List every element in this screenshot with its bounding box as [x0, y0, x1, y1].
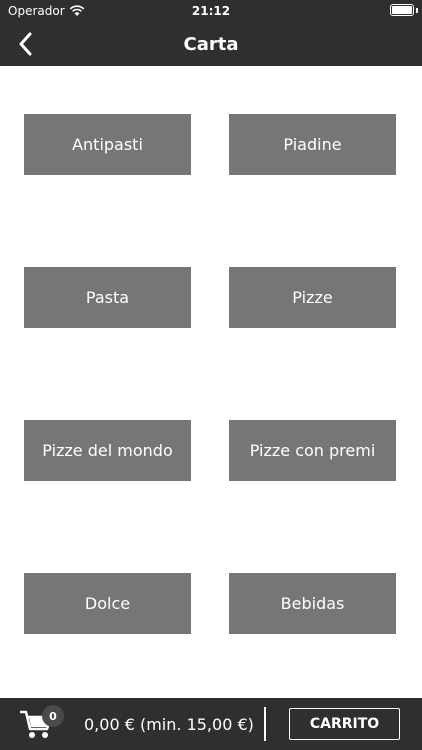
- battery-tip: [416, 8, 418, 13]
- status-time: 21:12: [191, 4, 231, 18]
- top-bar: Operador 21:12 Carta: [0, 0, 422, 66]
- category-button-pizze-del-mondo[interactable]: Pizze del mondo: [24, 420, 191, 481]
- category-button-bebidas[interactable]: Bebidas: [229, 573, 396, 634]
- category-button-antipasti[interactable]: Antipasti: [24, 114, 191, 175]
- category-button-pizze[interactable]: Pizze: [229, 267, 396, 328]
- chevron-left-icon: [19, 32, 32, 56]
- category-grid: Antipasti Piadine Pasta Pizze Pizze del …: [0, 66, 422, 698]
- category-button-dolce[interactable]: Dolce: [24, 573, 191, 634]
- back-button[interactable]: [10, 29, 40, 59]
- battery-icon: [390, 4, 414, 16]
- category-button-pasta[interactable]: Pasta: [24, 267, 191, 328]
- nav-bar: Carta: [0, 22, 422, 66]
- cart-button[interactable]: CARRITO: [289, 708, 400, 740]
- category-button-piadine[interactable]: Piadine: [229, 114, 396, 175]
- battery-level: [392, 6, 412, 14]
- cart-bar: 0 0,00 € (min. 15,00 €) CARRITO: [0, 698, 422, 750]
- cart-total: 0,00 € (min. 15,00 €): [84, 714, 254, 734]
- category-button-pizze-con-premi[interactable]: Pizze con premi: [229, 420, 396, 481]
- cart-divider: [263, 707, 266, 741]
- status-bar: Operador 21:12: [0, 0, 422, 22]
- cart-count-badge: 0: [42, 705, 64, 727]
- cart-summary[interactable]: 0: [19, 705, 64, 741]
- page-title: Carta: [183, 33, 239, 55]
